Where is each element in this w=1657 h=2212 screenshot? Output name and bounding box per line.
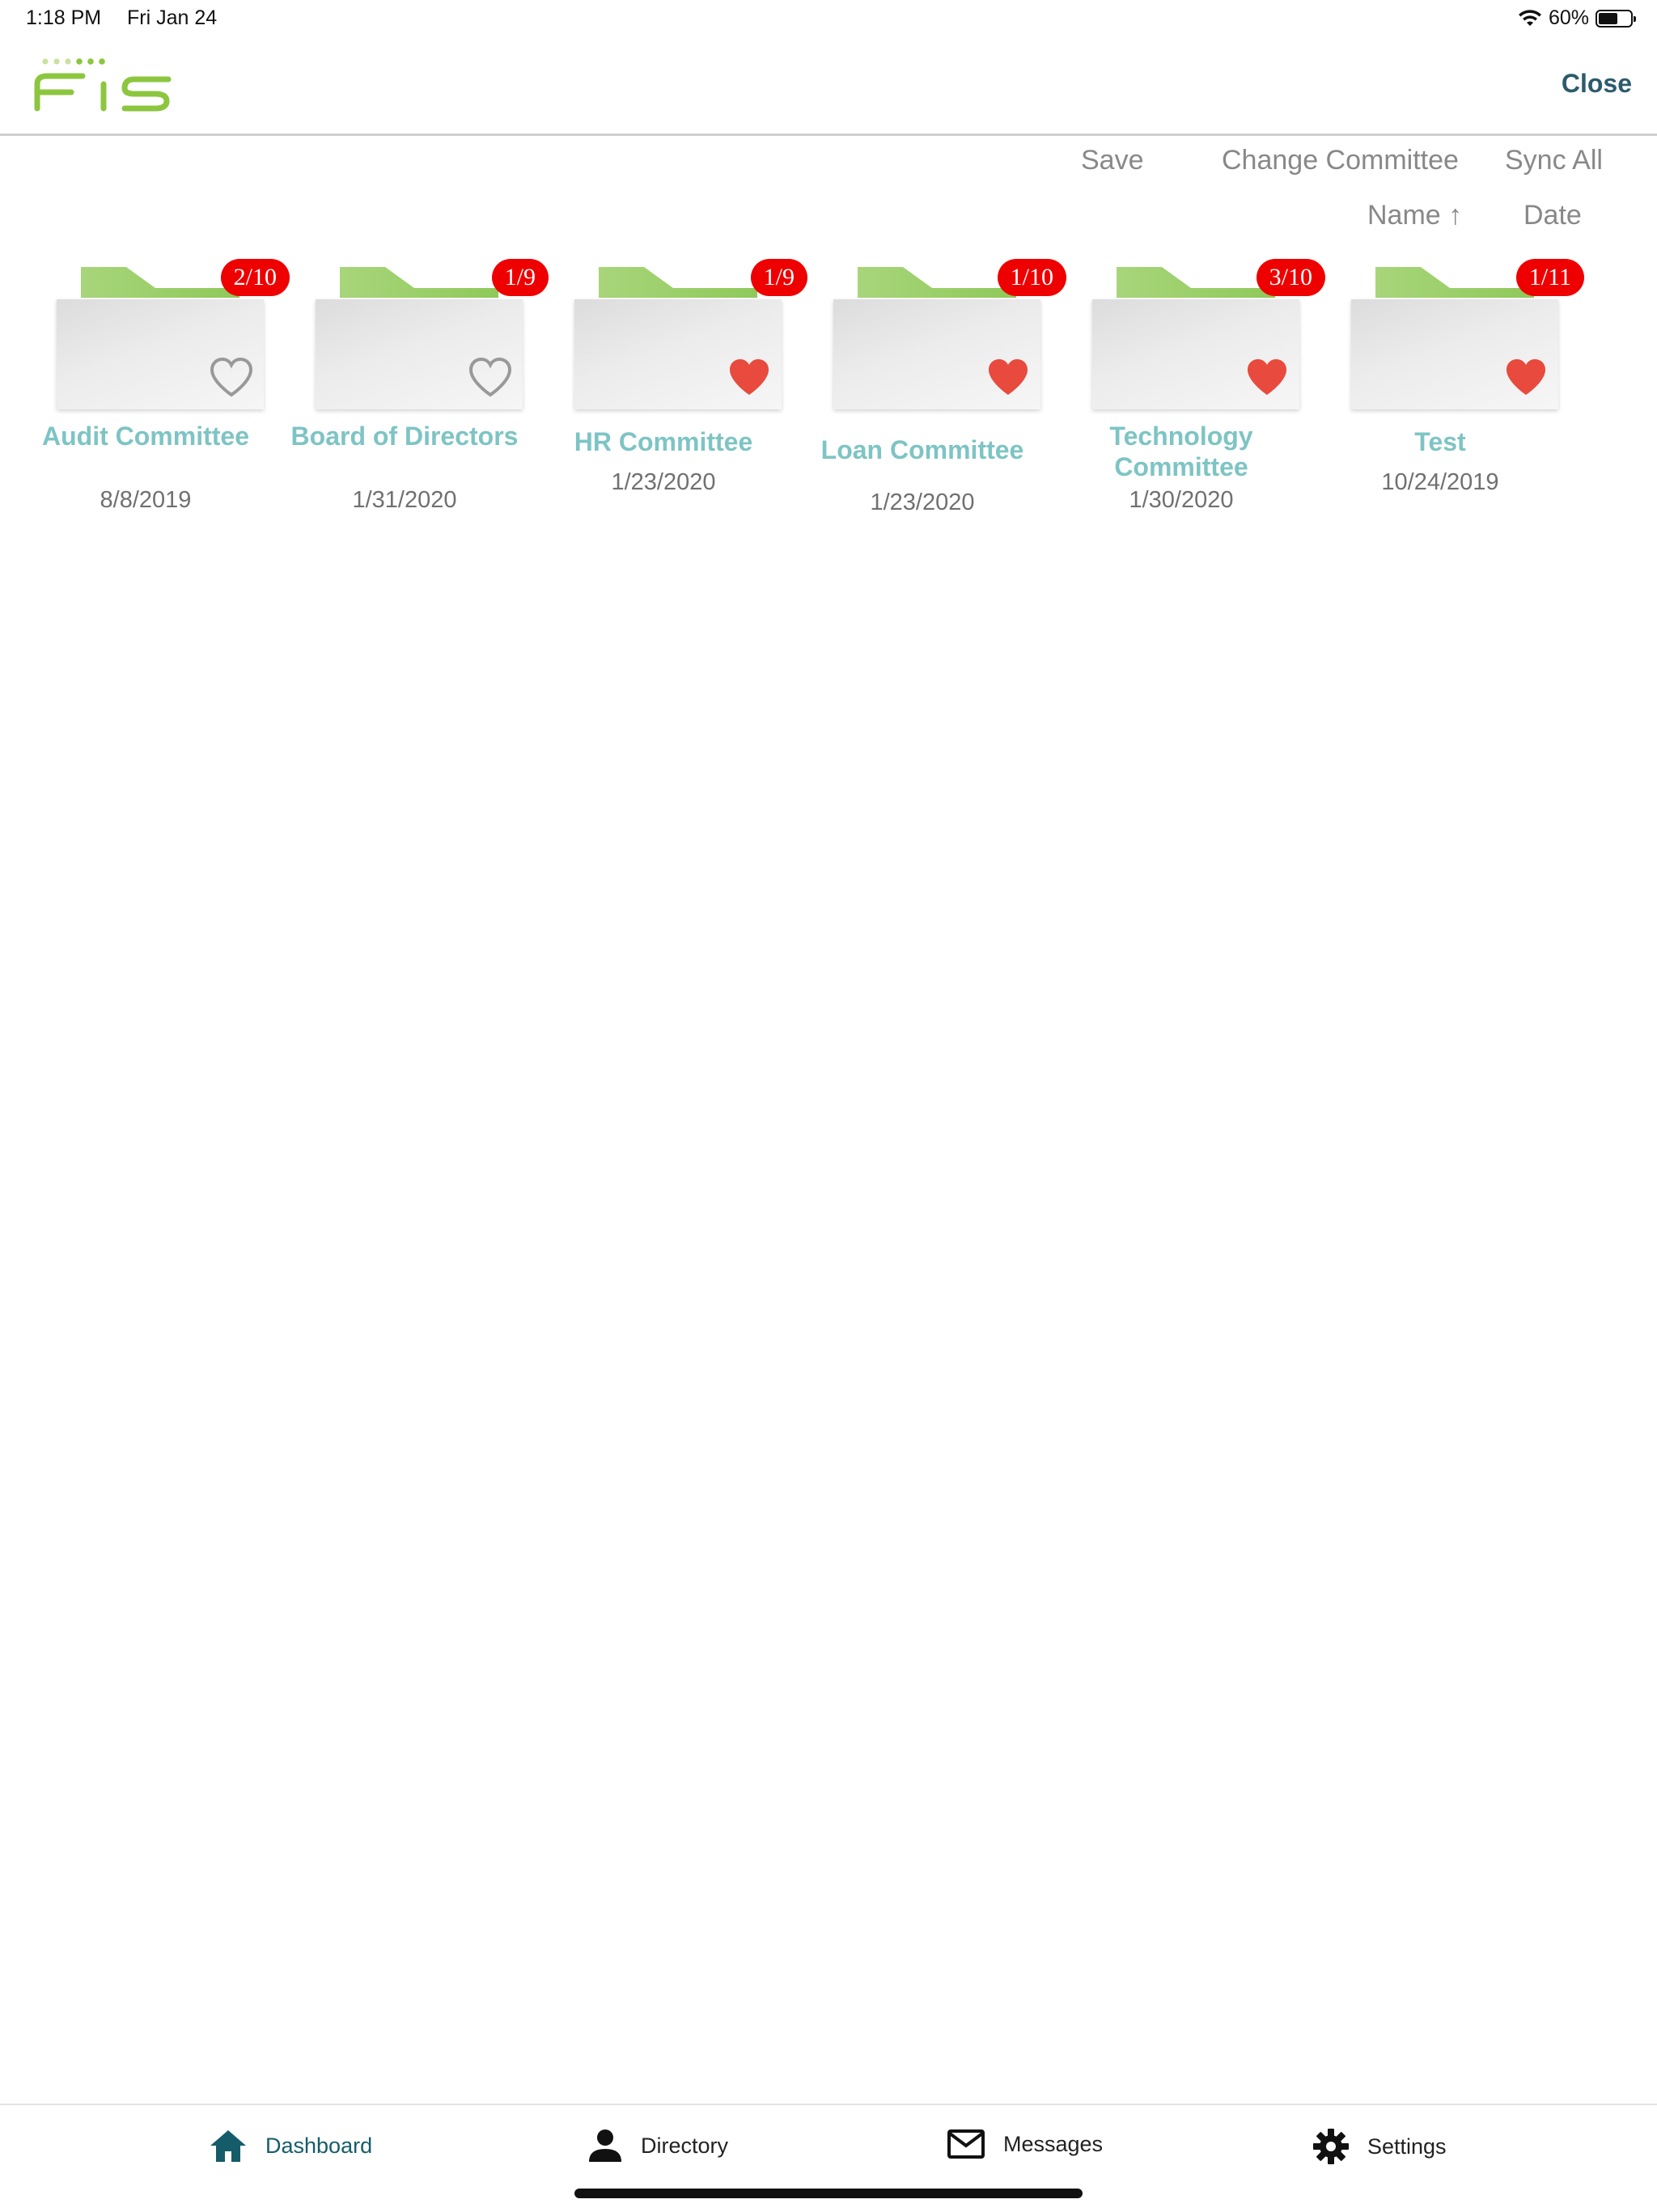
save-button[interactable]: Save <box>1081 145 1144 176</box>
tab-dashboard[interactable]: Dashboard <box>209 2128 372 2163</box>
committee-name: Technology Committee <box>1109 422 1253 481</box>
battery-level <box>1599 12 1617 24</box>
home-indicator[interactable] <box>574 2189 1083 2198</box>
committee-name: Board of Directors <box>290 422 519 451</box>
committee-card[interactable]: 3/10 Technology Committee 1/30/2020 <box>1052 259 1325 631</box>
folder-icon: 2/10 <box>57 259 290 413</box>
committee-card[interactable]: 1/11 Test 10/24/2019 <box>1311 259 1584 631</box>
committee-card[interactable]: 1/10 Loan Committee 1/23/2020 <box>793 259 1066 631</box>
folder-tab <box>1375 267 1534 298</box>
heart-filled-icon[interactable] <box>985 358 1031 398</box>
folder-icon: 1/9 <box>574 259 807 413</box>
committee-date: 1/23/2020 <box>611 469 716 495</box>
committee-date: 1/30/2020 <box>1129 487 1234 513</box>
fis-logo <box>34 58 172 112</box>
committee-card[interactable]: 2/10 Audit Committee 8/8/2019 <box>16 259 290 631</box>
battery-percent: 60% <box>1548 6 1589 29</box>
committee-name: Test <box>1414 427 1466 456</box>
heart-outline-icon[interactable] <box>468 358 513 398</box>
sort-by-name-button[interactable]: Name ↑ <box>1367 200 1462 231</box>
heart-filled-icon[interactable] <box>727 358 772 398</box>
app-header: Close <box>0 39 1657 136</box>
committee-date: 10/24/2019 <box>1381 469 1499 495</box>
gear-icon <box>1313 2129 1349 2164</box>
tab-label: Directory <box>641 2133 729 2158</box>
committee-date: 1/23/2020 <box>870 489 975 515</box>
folder-icon: 1/11 <box>1351 259 1584 413</box>
committee-name: Audit Committee <box>42 422 249 451</box>
tab-settings[interactable]: Settings <box>1312 2128 1447 2165</box>
status-bar: 1:18 PM Fri Jan 24 60% <box>0 0 1657 39</box>
status-time: 1:18 PM Fri Jan 24 <box>26 6 217 30</box>
folder-tab <box>858 267 1016 298</box>
home-icon <box>210 2130 246 2162</box>
status-date: Fri Jan 24 <box>127 6 218 29</box>
sort-by-date-button[interactable]: Date <box>1524 200 1582 231</box>
folder-icon: 3/10 <box>1092 259 1325 413</box>
folder-icon: 1/9 <box>316 259 549 413</box>
tab-directory[interactable]: Directory <box>587 2128 728 2163</box>
status-indicators: 60% <box>1518 6 1636 30</box>
heart-outline-icon[interactable] <box>209 358 254 398</box>
tab-label: Dashboard <box>265 2133 373 2158</box>
sync-all-button[interactable]: Sync All <box>1505 145 1603 176</box>
person-icon <box>589 2129 621 2162</box>
tab-label: Settings <box>1367 2134 1447 2159</box>
heart-filled-icon[interactable] <box>1244 358 1290 398</box>
committee-card[interactable]: 1/9 Board of Directors 1/31/2020 <box>275 259 549 631</box>
heart-filled-icon[interactable] <box>1503 358 1549 398</box>
close-button[interactable]: Close <box>1562 69 1632 99</box>
unread-badge: 1/11 <box>1515 259 1584 296</box>
tab-messages[interactable]: Messages <box>947 2128 1103 2160</box>
folder-tab <box>599 267 757 298</box>
battery-icon <box>1596 9 1636 28</box>
committee-card[interactable]: 1/9 HR Committee 1/23/2020 <box>534 259 807 631</box>
folder-icon: 1/10 <box>833 259 1066 413</box>
mail-icon <box>947 2129 985 2159</box>
folder-tab <box>1117 267 1275 298</box>
wifi-icon <box>1518 9 1541 26</box>
tab-label: Messages <box>1003 2131 1104 2156</box>
committee-date: 8/8/2019 <box>100 487 192 513</box>
committee-name: Loan Committee <box>820 435 1024 464</box>
clock: 1:18 PM <box>26 6 102 29</box>
folder-tab <box>340 267 498 298</box>
change-committee-button[interactable]: Change Committee <box>1222 145 1459 176</box>
folder-tab <box>81 267 239 298</box>
committee-name: HR Committee <box>574 427 753 456</box>
committee-date: 1/31/2020 <box>352 487 457 513</box>
